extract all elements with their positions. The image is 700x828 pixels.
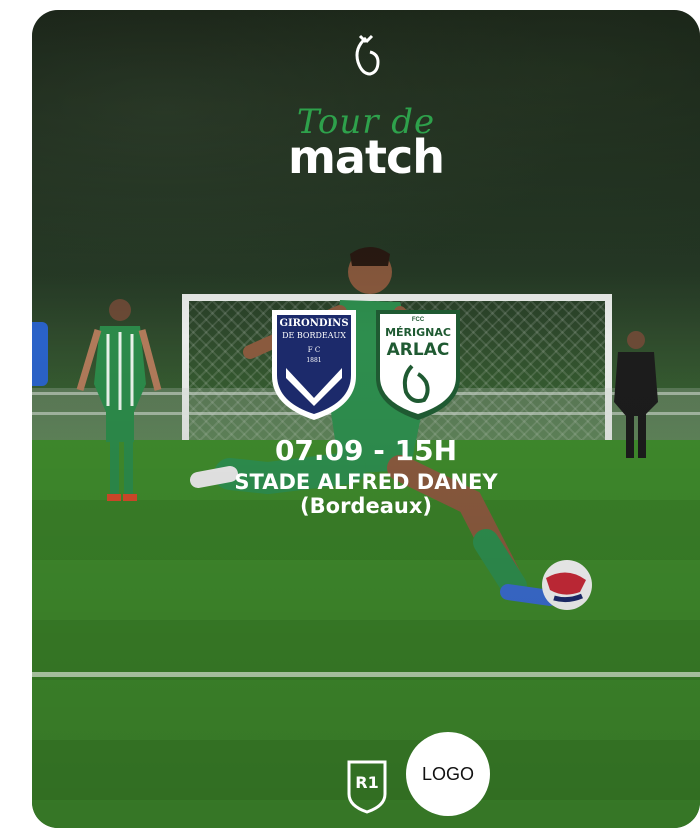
away-team-name-line2: ARLAC bbox=[386, 340, 450, 360]
home-team-name-line1: GIRONDINS bbox=[279, 318, 349, 329]
home-team-abbr: F C bbox=[307, 346, 321, 354]
logo-placeholder: LOGO bbox=[406, 732, 490, 816]
logo-placeholder-label: LOGO bbox=[421, 763, 474, 784]
venue-city: (Bordeaux) bbox=[300, 494, 432, 518]
match-venue: STADE ALFRED DANEY (Bordeaux) bbox=[32, 470, 700, 518]
brand-logo-icon bbox=[355, 34, 380, 76]
away-team-name-line1: MÉRIGNAC bbox=[385, 326, 451, 339]
venue-name: STADE ALFRED DANEY bbox=[234, 470, 498, 494]
match-date-time: 07.09 - 15H bbox=[274, 434, 458, 467]
home-team-year: 1881 bbox=[306, 357, 322, 364]
league-badge-icon: R1 bbox=[345, 758, 389, 814]
away-team-crest: FCC MÉRIGNAC ARLAC bbox=[372, 306, 464, 424]
home-team-name-line2: DE BORDEAUX bbox=[282, 331, 346, 340]
title-main: match bbox=[288, 130, 445, 184]
league-badge-label: R1 bbox=[355, 773, 379, 792]
match-poster: Tour de match GIRONDINS DE BORDEAUX F C … bbox=[32, 10, 700, 828]
away-team-prefix: FCC bbox=[411, 317, 425, 323]
home-team-crest: GIRONDINS DE BORDEAUX F C 1881 bbox=[268, 306, 360, 424]
